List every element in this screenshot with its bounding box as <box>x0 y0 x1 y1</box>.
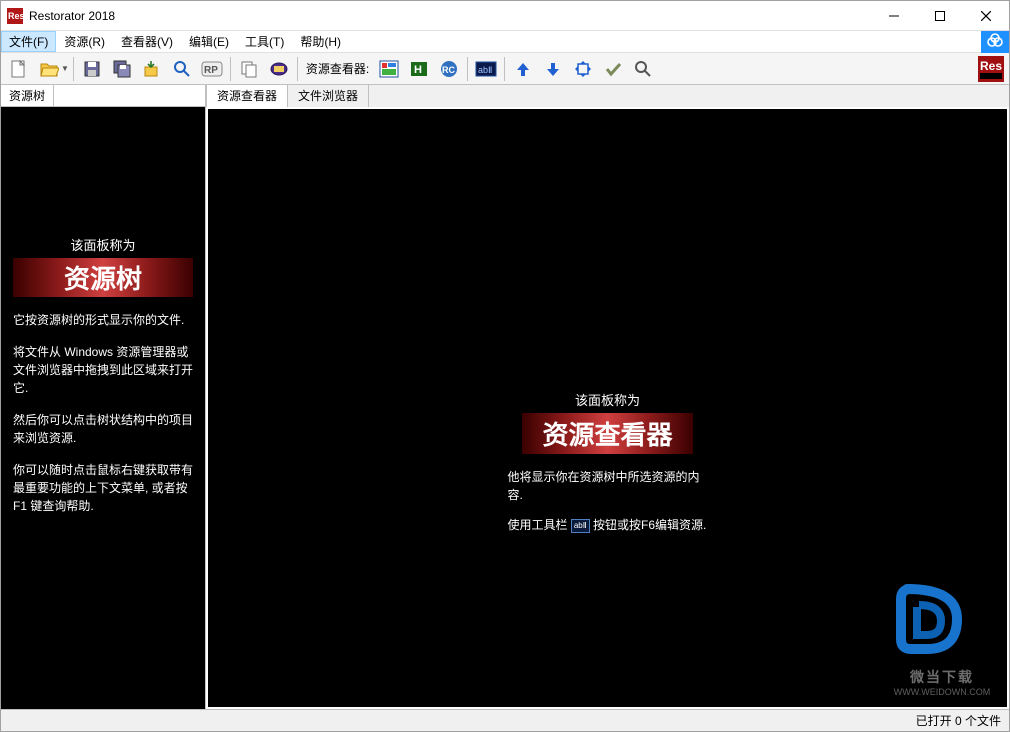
tab-resource-viewer[interactable]: 资源查看器 <box>206 85 288 107</box>
main-area: 资源树 该面板称为 资源树 它按资源树的形式显示你的文件. 将文件从 Windo… <box>1 85 1009 709</box>
left-heading-banner: 资源树 <box>13 258 193 297</box>
search-icon[interactable] <box>629 55 657 83</box>
menu-help[interactable]: 帮助(H) <box>292 31 349 52</box>
viewer-dialog-icon[interactable]: abⅡ <box>472 55 500 83</box>
menu-edit[interactable]: 编辑(E) <box>181 31 237 52</box>
down-arrow-icon[interactable] <box>539 55 567 83</box>
svg-text:RP: RP <box>204 65 218 76</box>
save-icon[interactable] <box>78 55 106 83</box>
left-para-2: 将文件从 Windows 资源管理器或文件浏览器中拖拽到此区域来打开它. <box>13 343 193 397</box>
status-text: 已打开 0 个文件 <box>916 712 1001 729</box>
viewer-hex-icon[interactable]: H <box>405 55 433 83</box>
up-arrow-icon[interactable] <box>509 55 537 83</box>
right-heading-banner: 资源查看器 <box>522 413 692 454</box>
statusbar: 已打开 0 个文件 <box>1 709 1009 731</box>
app-icon: Res <box>7 8 23 24</box>
viewer-label: 资源查看器: <box>302 60 373 77</box>
rp-icon[interactable]: RP <box>198 55 226 83</box>
dropdown-icon[interactable]: ▼ <box>61 64 69 73</box>
new-file-icon[interactable] <box>5 55 33 83</box>
svg-text:abⅡ: abⅡ <box>478 65 492 75</box>
close-button[interactable] <box>963 1 1009 30</box>
menu-resource[interactable]: 资源(R) <box>56 31 113 52</box>
watermark-text: 微当下载 <box>887 667 997 687</box>
expand-icon[interactable] <box>569 55 597 83</box>
svg-text:H: H <box>414 64 422 76</box>
extract-icon[interactable] <box>138 55 166 83</box>
right-para-2: 使用工具栏 abⅡ 按钮或按F6编辑资源. <box>508 516 708 534</box>
menu-file[interactable]: 文件(F) <box>1 31 56 52</box>
left-para-3: 然后你可以点击树状结构中的项目来浏览资源. <box>13 411 193 447</box>
resource-viewer-body: 该面板称为 资源查看器 他将显示你在资源树中所选资源的内容. 使用工具栏 abⅡ… <box>208 109 1007 707</box>
window-title: Restorator 2018 <box>29 9 871 23</box>
watermark: 微当下载 WWW.WEIDOWN.COM <box>887 577 997 697</box>
menu-viewer[interactable]: 查看器(V) <box>113 31 181 52</box>
watermark-sub: WWW.WEIDOWN.COM <box>887 687 997 697</box>
svg-text:RC: RC <box>442 65 455 75</box>
right-heading-small: 该面板称为 <box>575 390 640 409</box>
maximize-button[interactable] <box>917 1 963 30</box>
toolbar: ▼ RP 资源查看器: H RC abⅡ Res <box>1 53 1009 85</box>
svg-text:Res: Res <box>8 11 23 21</box>
tab-resource-tree[interactable]: 资源树 <box>1 85 54 107</box>
resource-tree-body[interactable]: 该面板称为 资源树 它按资源树的形式显示你的文件. 将文件从 Windows 资… <box>1 107 205 709</box>
right-heading-big: 资源查看器 <box>542 415 672 452</box>
left-heading-big: 资源树 <box>13 259 193 296</box>
check-icon[interactable] <box>599 55 627 83</box>
window-controls <box>871 1 1009 30</box>
save-all-icon[interactable] <box>108 55 136 83</box>
svg-text:Res: Res <box>980 59 1002 73</box>
menubar-right-icon[interactable] <box>981 31 1009 53</box>
find-icon[interactable] <box>168 55 196 83</box>
resource-tree-panel: 资源树 该面板称为 资源树 它按资源树的形式显示你的文件. 将文件从 Windo… <box>1 85 206 709</box>
left-heading-small: 该面板称为 <box>13 235 193 254</box>
left-para-4: 你可以随时点击鼠标右键获取带有最重要功能的上下文菜单, 或者按 F1 键查询帮助… <box>13 461 193 515</box>
right-para-1: 他将显示你在资源树中所选资源的内容. <box>508 468 708 504</box>
tab-file-browser[interactable]: 文件浏览器 <box>287 85 369 107</box>
watermark-logo-icon <box>887 577 997 667</box>
open-folder-icon[interactable] <box>35 55 63 83</box>
menubar: 文件(F) 资源(R) 查看器(V) 编辑(E) 工具(T) 帮助(H) <box>1 31 1009 53</box>
res-logo-icon: Res <box>977 55 1005 83</box>
copy-icon[interactable] <box>235 55 263 83</box>
left-para-1: 它按资源树的形式显示你的文件. <box>13 311 193 329</box>
help-book-icon[interactable] <box>265 55 293 83</box>
inline-dialog-icon: abⅡ <box>571 519 590 533</box>
titlebar: Res Restorator 2018 <box>1 1 1009 31</box>
minimize-button[interactable] <box>871 1 917 30</box>
viewer-image-icon[interactable] <box>375 55 403 83</box>
menu-tools[interactable]: 工具(T) <box>237 31 292 52</box>
resource-viewer-panel: 资源查看器 文件浏览器 该面板称为 资源查看器 他将显示你在资源树中所选资源的内… <box>206 85 1009 709</box>
viewer-rc-icon[interactable]: RC <box>435 55 463 83</box>
